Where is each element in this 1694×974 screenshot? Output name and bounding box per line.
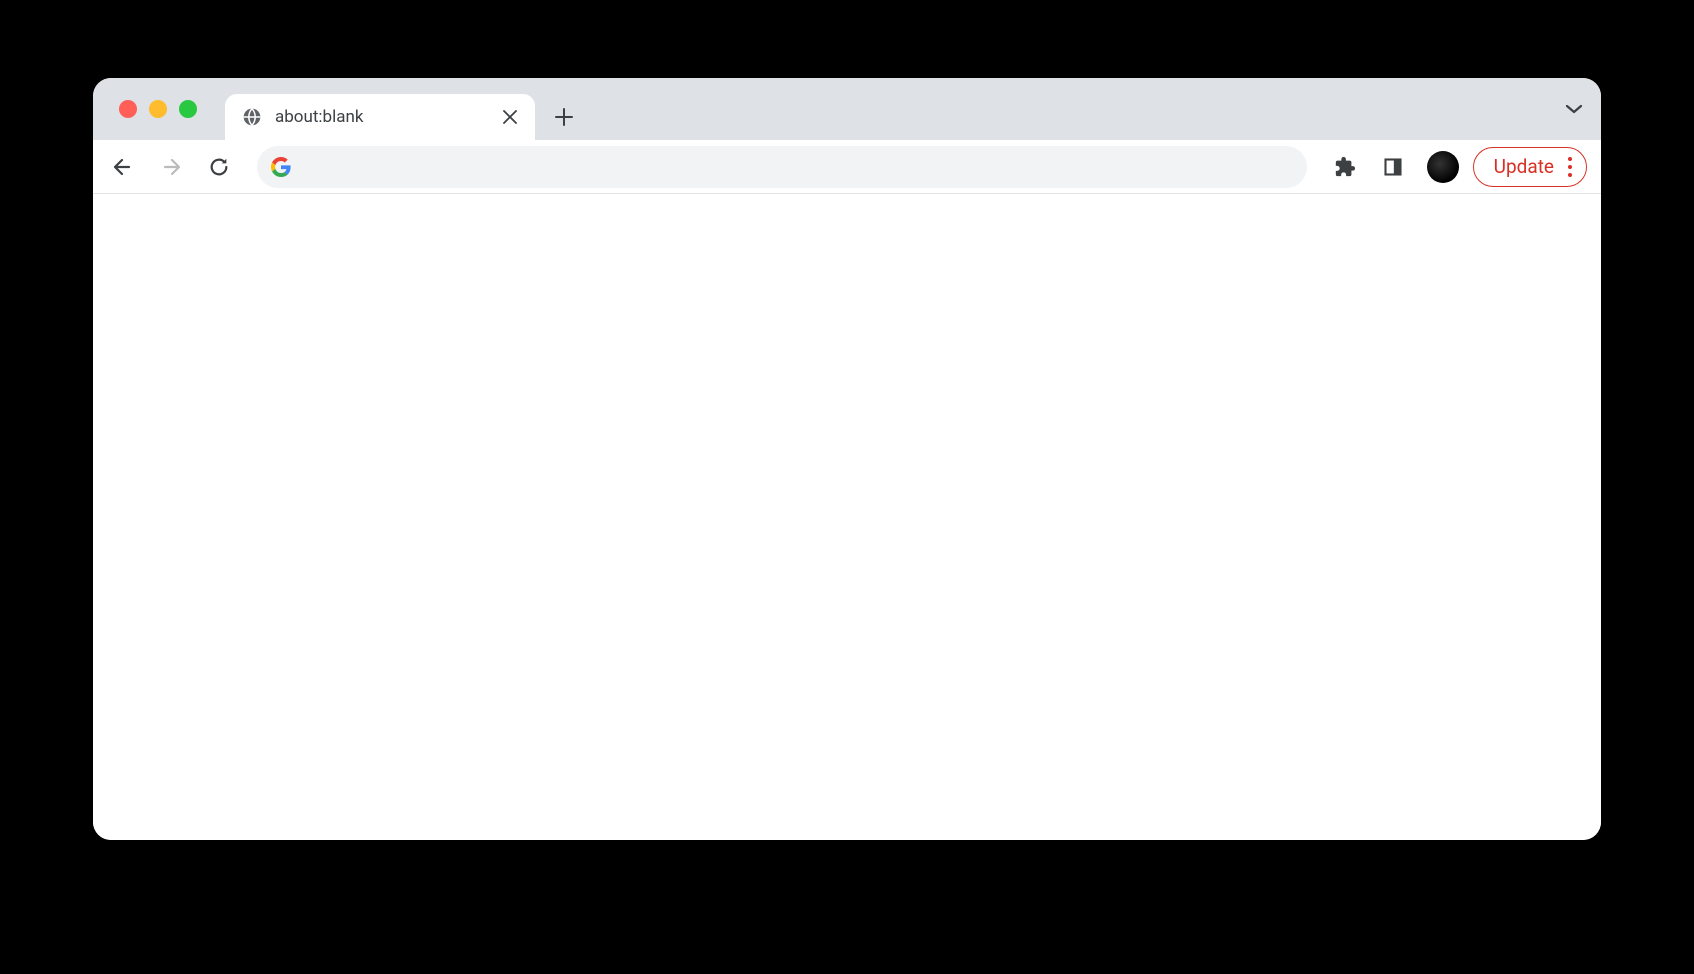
window-close-button[interactable] <box>119 100 137 118</box>
page-content <box>93 194 1601 840</box>
update-button[interactable]: Update <box>1473 147 1587 187</box>
tab-bar: about:blank <box>93 78 1601 140</box>
browser-window: about:blank <box>93 78 1601 840</box>
google-search-icon <box>269 155 293 179</box>
address-bar[interactable] <box>257 146 1307 188</box>
side-panel-button[interactable] <box>1373 147 1413 187</box>
forward-button[interactable] <box>151 147 191 187</box>
reload-button[interactable] <box>199 147 239 187</box>
back-button[interactable] <box>103 147 143 187</box>
globe-icon <box>241 106 263 128</box>
update-label: Update <box>1494 155 1554 178</box>
window-minimize-button[interactable] <box>149 100 167 118</box>
browser-tab[interactable]: about:blank <box>225 94 535 140</box>
extensions-button[interactable] <box>1325 147 1365 187</box>
address-input[interactable] <box>293 157 1295 177</box>
window-maximize-button[interactable] <box>179 100 197 118</box>
profile-avatar[interactable] <box>1427 151 1459 183</box>
tab-close-button[interactable] <box>501 108 519 126</box>
tab-search-button[interactable] <box>1565 78 1583 140</box>
new-tab-button[interactable] <box>545 98 583 136</box>
toolbar: Update <box>93 140 1601 194</box>
tab-title: about:blank <box>275 107 489 127</box>
chrome-menu-icon <box>1568 157 1572 177</box>
window-controls <box>105 78 225 140</box>
